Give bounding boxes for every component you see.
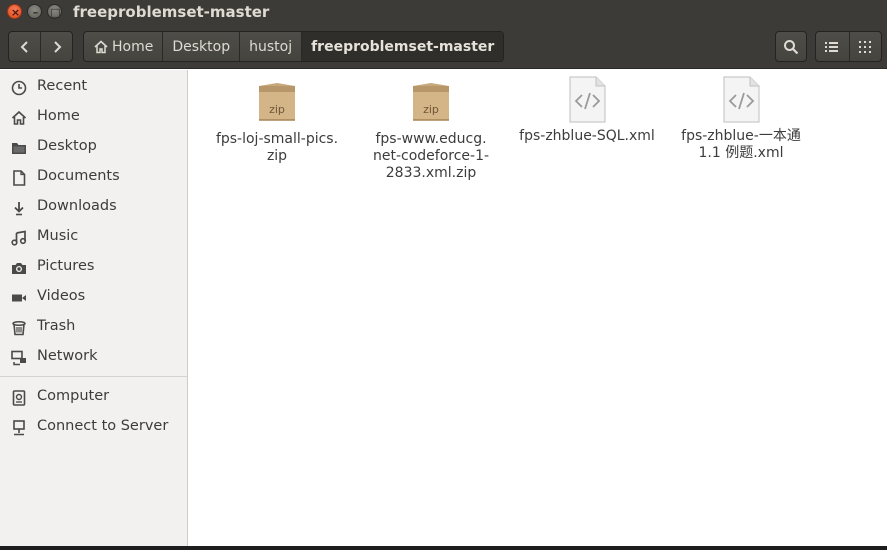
toolbar: Home Desktop hustoj freeproblemset-maste… (0, 24, 887, 69)
sidebar-item-trash[interactable]: Trash (0, 312, 187, 342)
breadcrumb-current[interactable]: freeproblemset-master (302, 32, 504, 61)
breadcrumb: Home Desktop hustoj freeproblemset-maste… (83, 31, 505, 62)
file-item[interactable]: zip fps-www.educg. net-codeforce-1- 2833… (361, 78, 501, 182)
file-item[interactable]: fps-zhblue-SQL.xml (517, 75, 657, 145)
file-name: fps-loj-small-pics. zip (215, 131, 339, 164)
network-icon (10, 349, 27, 366)
zip-badge: zip (423, 103, 439, 116)
sidebar-item-music[interactable]: Music (0, 222, 187, 252)
sidebar-separator (0, 376, 187, 377)
folder-icon (10, 139, 27, 156)
sidebar-item-label: Documents (37, 168, 120, 184)
sidebar-item-desktop[interactable]: Desktop (0, 132, 187, 162)
video-icon (10, 289, 27, 306)
minimize-icon: – (32, 6, 39, 19)
sidebar-item-label: Recent (37, 78, 88, 94)
file-name: fps-www.educg. net-codeforce-1- 2833.xml… (372, 131, 490, 181)
zip-archive-icon: zip (407, 78, 455, 126)
file-name: fps-zhblue-一本通 1.1 例题.xml (681, 128, 801, 161)
sidebar-item-connect-to-server[interactable]: Connect to Server (0, 412, 187, 442)
trash-icon (10, 319, 27, 336)
breadcrumb-label: hustoj (249, 38, 293, 55)
home-icon (93, 39, 109, 54)
sidebar-item-label: Network (37, 348, 98, 364)
close-window-button[interactable]: × (7, 4, 22, 19)
file-view: zip fps-loj-small-pics. zip zip fps-www.… (189, 70, 887, 550)
grid-view-button[interactable] (848, 32, 882, 61)
sidebar-item-pictures[interactable]: Pictures (0, 252, 187, 282)
sidebar-item-label: Music (37, 228, 79, 244)
sidebar-item-label: Connect to Server (37, 418, 169, 434)
home-icon (10, 109, 27, 126)
breadcrumb-label: Home (112, 38, 154, 55)
computer-icon (10, 389, 27, 406)
server-icon (10, 419, 27, 436)
breadcrumb-hustoj[interactable]: hustoj (240, 32, 303, 61)
breadcrumb-label: Desktop (172, 38, 231, 55)
window-title: freeproblemset-master (73, 3, 270, 21)
clock-icon (10, 79, 27, 96)
breadcrumb-home[interactable]: Home (84, 32, 164, 61)
sidebar-item-label: Desktop (37, 138, 97, 154)
chevron-right-icon (54, 40, 62, 53)
document-icon (10, 169, 27, 186)
sidebar-item-label: Videos (37, 288, 86, 304)
view-mode-buttons (815, 31, 882, 62)
sidebar-item-label: Pictures (37, 258, 95, 274)
search-button[interactable] (775, 31, 807, 62)
zip-badge: zip (269, 103, 285, 116)
sidebar-item-label: Computer (37, 388, 110, 404)
music-icon (10, 229, 27, 246)
download-icon (10, 199, 27, 216)
bottom-edge (0, 546, 887, 550)
camera-icon (10, 259, 27, 276)
title-bar: × – □ freeproblemset-master (0, 0, 887, 24)
sidebar-item-home[interactable]: Home (0, 102, 187, 132)
sidebar-item-network[interactable]: Network (0, 342, 187, 372)
maximize-window-button[interactable]: □ (47, 4, 62, 19)
list-view-button[interactable] (816, 32, 849, 61)
maximize-icon: □ (50, 6, 61, 19)
chevron-left-icon (20, 40, 28, 53)
sidebar-item-label: Trash (37, 318, 76, 334)
back-button[interactable] (9, 32, 40, 61)
search-icon (784, 39, 799, 54)
sidebar-item-label: Home (37, 108, 80, 124)
minimize-window-button[interactable]: – (27, 4, 42, 19)
sidebar-item-videos[interactable]: Videos (0, 282, 187, 312)
forward-button[interactable] (40, 32, 72, 61)
file-item[interactable]: zip fps-loj-small-pics. zip (207, 78, 347, 165)
breadcrumb-label: freeproblemset-master (311, 38, 495, 55)
xml-file-icon (717, 75, 765, 123)
close-icon: × (10, 6, 21, 19)
file-item[interactable]: fps-zhblue-一本通 1.1 例题.xml (671, 75, 811, 162)
navigation-buttons (8, 31, 73, 62)
xml-file-icon (563, 75, 611, 123)
grid-view-icon (859, 40, 872, 53)
sidebar-item-recent[interactable]: Recent (0, 72, 187, 102)
sidebar-item-label: Downloads (37, 198, 117, 214)
sidebar-item-documents[interactable]: Documents (0, 162, 187, 192)
breadcrumb-desktop[interactable]: Desktop (163, 32, 241, 61)
file-name: fps-zhblue-SQL.xml (519, 128, 655, 144)
zip-archive-icon: zip (253, 78, 301, 126)
places-sidebar: Recent Home Desktop Documents Downloads … (0, 70, 188, 550)
sidebar-item-downloads[interactable]: Downloads (0, 192, 187, 222)
sidebar-item-computer[interactable]: Computer (0, 382, 187, 412)
list-view-icon (825, 41, 839, 52)
